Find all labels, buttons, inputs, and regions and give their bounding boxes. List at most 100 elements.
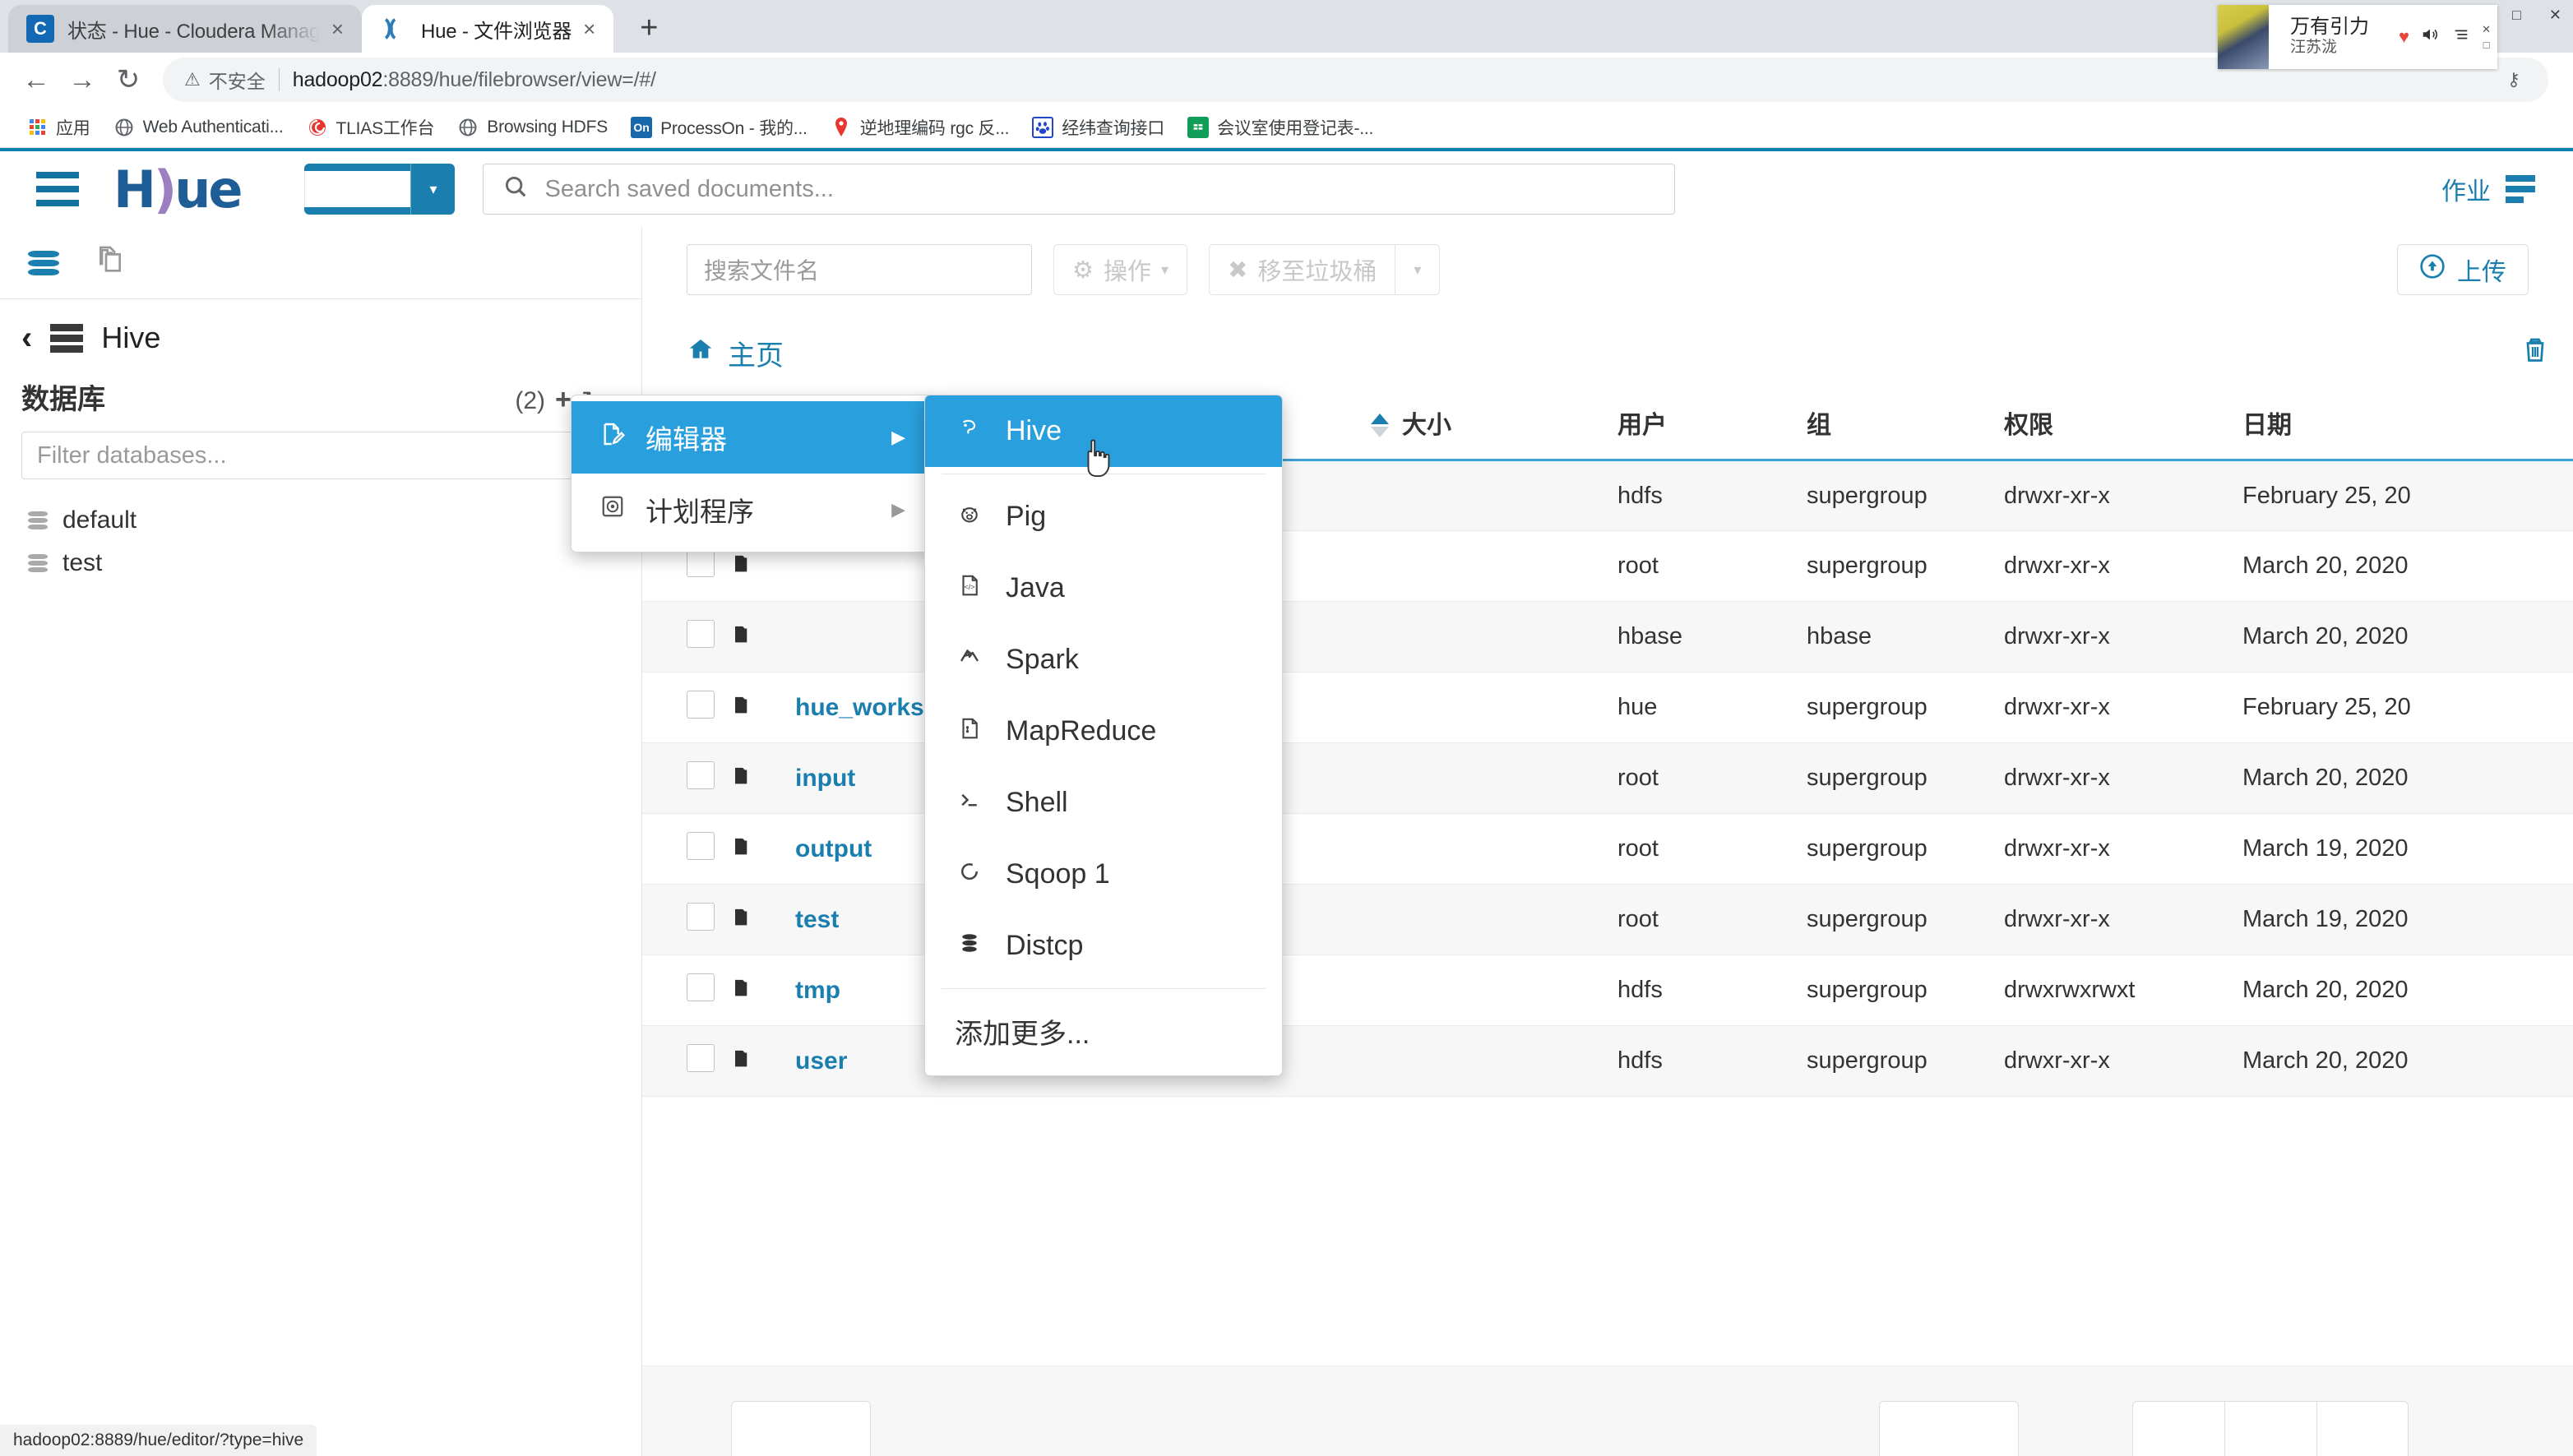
column-header-permission[interactable]: 权限 (2004, 393, 2242, 461)
close-icon[interactable]: × (331, 16, 344, 42)
close-icon[interactable]: ✕ (2482, 23, 2491, 36)
svg-text:</>: </> (965, 583, 975, 591)
bookmark-web-auth[interactable]: Web Authenticati... (102, 117, 295, 138)
music-player-widget[interactable]: 万有引力 汪苏泷 ♥ ✕ □ (2218, 5, 2497, 69)
column-header-size[interactable]: 大小 (1371, 393, 1617, 461)
database-item-default[interactable]: default (21, 499, 613, 542)
file-name-link[interactable]: test (795, 906, 839, 933)
folder-icon-cell (733, 742, 795, 814)
page-number-input[interactable] (1879, 1401, 2019, 1456)
heart-icon[interactable]: ♥ (2399, 26, 2409, 48)
query-button[interactable]: 查询 ▾ (304, 164, 456, 215)
submenu-item-java[interactable]: </> Java (925, 552, 1282, 624)
assist-source-header[interactable]: ‹ Hive (21, 321, 613, 355)
add-icon[interactable]: + (555, 384, 572, 416)
file-size-cell (1371, 884, 1617, 955)
file-user-cell: root (1617, 884, 1807, 955)
bookmark-apps[interactable]: 应用 (15, 115, 102, 140)
file-name-link[interactable]: hue_works (795, 694, 924, 721)
bookmark-rgc[interactable]: 逆地理编码 rgc 反... (819, 115, 1021, 140)
new-tab-button[interactable]: + (627, 6, 671, 50)
forward-icon[interactable]: → (59, 57, 105, 103)
reload-icon[interactable]: ↻ (105, 57, 151, 103)
file-name-link[interactable]: output (795, 835, 872, 862)
first-page-button[interactable] (2132, 1401, 2224, 1456)
address-bar[interactable]: ⚠ 不安全 hadoop02:8889/hue/filebrowser/view… (163, 58, 2548, 102)
file-search-input[interactable]: 搜索文件名 (687, 244, 1032, 295)
submenu-item-spark[interactable]: Spark (925, 624, 1282, 696)
search-icon (503, 174, 528, 205)
close-window-icon[interactable]: ✕ (2549, 7, 2561, 24)
bookmark-tlias[interactable]: TLIAS工作台 (295, 115, 447, 140)
bookmark-meeting-room[interactable]: 会议室使用登记表-... (1176, 115, 1385, 140)
column-header-date[interactable]: 日期 (2242, 393, 2573, 461)
filter-databases-input[interactable]: Filter databases... (21, 432, 628, 479)
folder-icon-cell (733, 672, 795, 743)
submenu-item-distcp[interactable]: Distcp (925, 910, 1282, 982)
database-item-test[interactable]: test (21, 542, 613, 585)
actions-button[interactable]: ⚙ 操作 ▾ (1053, 244, 1188, 295)
file-group-cell: supergroup (1807, 530, 2004, 602)
apps-grid-icon (26, 117, 48, 138)
submenu-item-shell[interactable]: Shell (925, 767, 1282, 839)
database-stack-icon[interactable] (28, 250, 59, 275)
close-icon[interactable]: × (583, 16, 595, 42)
row-checkbox[interactable] (687, 690, 715, 719)
submenu-item-label: Sqoop 1 (1006, 858, 1110, 890)
row-checkbox[interactable] (687, 902, 715, 931)
trash-dropdown-toggle[interactable]: ▾ (1395, 244, 1441, 295)
menu-item-scheduler[interactable]: 计划程序 ▶ (572, 474, 932, 546)
back-chevron-icon[interactable]: ‹ (21, 321, 32, 354)
file-permission-cell: drwxr-xr-x (2004, 460, 2242, 531)
row-checkbox[interactable] (687, 760, 715, 789)
upload-button[interactable]: 上传 (2397, 244, 2529, 295)
processon-icon: On (631, 116, 653, 138)
row-checkbox[interactable] (687, 1043, 715, 1072)
submenu-item-sqoop[interactable]: Sqoop 1 (925, 839, 1282, 910)
key-icon[interactable]: ⚷ (2507, 69, 2520, 90)
file-name-link[interactable]: user (795, 1047, 847, 1075)
back-icon[interactable]: ← (13, 57, 59, 103)
browser-tab-2[interactable]: Hue - 文件浏览器 × (362, 5, 614, 53)
folder-icon (733, 977, 759, 1004)
hive-icon (955, 416, 984, 447)
file-name-link[interactable]: input (795, 765, 855, 792)
folder-icon-cell (733, 1025, 795, 1097)
folder-icon (733, 552, 759, 580)
next-page-button[interactable] (2316, 1401, 2409, 1456)
trash-icon[interactable] (2520, 335, 2550, 372)
browser-tab-1[interactable]: C 状态 - Hue - Cloudera Manage × (8, 5, 362, 53)
file-permission-cell: drwxrwxrwxt (2004, 954, 2242, 1026)
submenu-item-mapreduce[interactable]: MapReduce (925, 696, 1282, 767)
submenu-item-pig[interactable]: Pig (925, 481, 1282, 552)
warning-triangle-icon: ⚠ (184, 69, 201, 90)
chevron-down-icon[interactable]: ▾ (411, 181, 455, 198)
column-header-group[interactable]: 组 (1807, 393, 2004, 461)
bookmark-browsing-hdfs[interactable]: Browsing HDFS (446, 117, 619, 138)
jobs-link[interactable]: 作业 (2441, 171, 2552, 207)
file-user-cell: root (1617, 530, 1807, 602)
search-input[interactable]: Search saved documents... (483, 164, 1676, 215)
documents-icon[interactable] (94, 243, 127, 282)
maximize-icon[interactable]: □ (2512, 7, 2521, 24)
submenu-item-add-more[interactable]: 添加更多... (925, 996, 1282, 1067)
bookmark-latlng-api[interactable]: 经纬查询接口 (1020, 115, 1176, 140)
row-checkbox[interactable] (687, 973, 715, 1001)
menu-item-editor[interactable]: 编辑器 ▶ (572, 401, 932, 474)
bookmark-processon[interactable]: On ProcessOn - 我的... (619, 115, 819, 140)
hamburger-icon[interactable] (36, 172, 79, 206)
volume-icon[interactable] (2419, 25, 2441, 49)
breadcrumb-home[interactable]: 主页 (687, 333, 784, 373)
row-checkbox[interactable] (687, 619, 715, 648)
move-to-trash-button[interactable]: ✖ 移至垃圾桶 (1209, 244, 1395, 295)
page-size-input[interactable] (731, 1401, 871, 1456)
file-name-link[interactable]: tmp (795, 977, 840, 1004)
column-header-user[interactable]: 用户 (1617, 393, 1807, 461)
row-checkbox[interactable] (687, 548, 715, 577)
prev-page-button[interactable] (2224, 1401, 2316, 1456)
search-placeholder: Search saved documents... (544, 175, 834, 202)
restore-icon[interactable]: □ (2483, 39, 2490, 51)
playlist-icon[interactable] (2450, 25, 2472, 49)
bookmarks-bar: 应用 Web Authenticati... TLIAS工作台 Browsing… (0, 107, 2573, 148)
row-checkbox[interactable] (687, 831, 715, 860)
